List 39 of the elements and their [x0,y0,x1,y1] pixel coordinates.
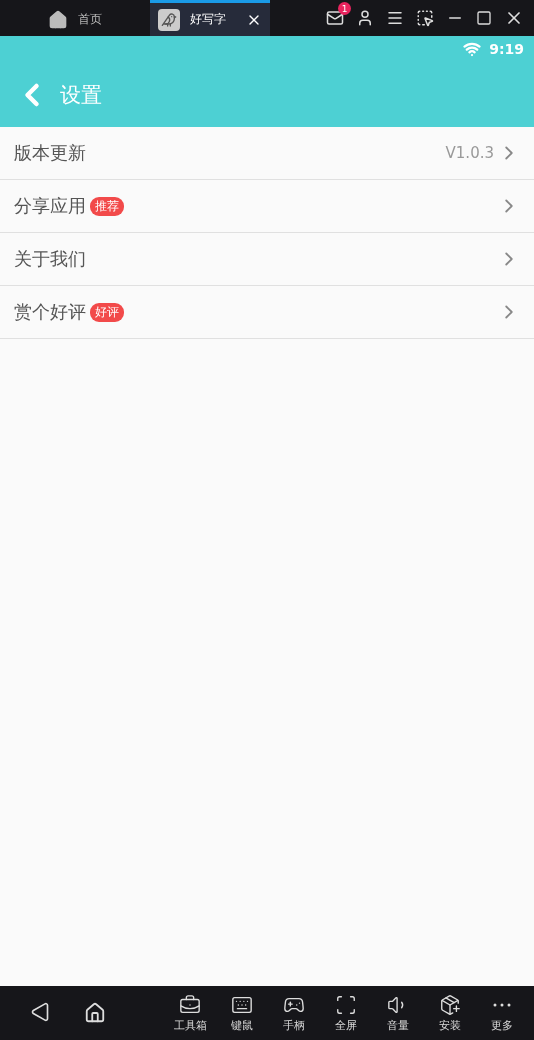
toolbar-button[interactable]: 更多 [476,993,528,1033]
setting-value: V1.0.3 [445,144,494,162]
notification-badge: 1 [338,2,351,15]
home-icon[interactable] [84,1002,106,1024]
settings-row[interactable]: 关于我们 [0,233,534,286]
fullscreen-icon [335,993,357,1016]
setting-label: 版本更新 [14,141,86,165]
setting-tag: 推荐 [90,196,124,216]
toolbox-icon [179,993,201,1016]
setting-label: 赏个好评 [14,300,86,324]
toolbar-button[interactable]: 手柄 [268,993,320,1033]
settings-row[interactable]: 版本更新 V1.0.3 [0,127,534,180]
mail-icon[interactable] [326,9,344,27]
user-icon[interactable] [356,9,374,27]
setting-label: 分享应用 [14,194,86,218]
toolbar-button[interactable]: 安装 [424,993,476,1033]
tab-label: 好写字 [190,11,226,28]
package-icon [439,993,461,1016]
emulator-tab[interactable]: 首页 [0,0,150,36]
wifi-icon [463,40,482,58]
maximize-icon[interactable] [476,10,492,26]
toolbar-button[interactable]: 键鼠 [216,993,268,1033]
page-title: 设置 [60,81,102,109]
toolbar-button[interactable]: 全屏 [320,993,372,1033]
setting-tag: 好评 [90,302,124,322]
tab-label: 首页 [78,11,102,28]
setting-label: 关于我们 [14,247,86,271]
settings-row[interactable]: 赏个好评 好评 [0,286,534,339]
status-time: 9:19 [489,41,524,57]
menu-icon[interactable] [386,9,404,27]
back-icon[interactable] [30,1002,50,1022]
home-icon [48,9,68,30]
screenshot-icon[interactable] [416,9,434,27]
app-icon [158,8,180,31]
emulator-tab[interactable]: 好写字 [150,0,270,36]
more-icon [493,1002,511,1007]
toolbar-button[interactable]: 音量 [372,993,424,1033]
toolbar-button[interactable]: 工具箱 [164,993,216,1033]
settings-row[interactable]: 分享应用 推荐 [0,180,534,233]
